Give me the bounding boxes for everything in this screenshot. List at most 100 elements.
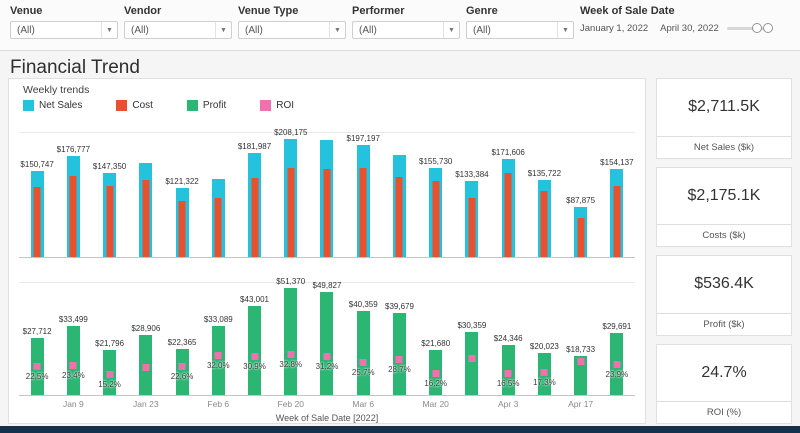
week-column: $197,197 — [345, 134, 381, 257]
net-sales-bar[interactable]: $197,197 — [347, 134, 380, 257]
chevron-down-icon[interactable]: ▼ — [101, 22, 117, 38]
profit-bar[interactable]: $43,001 30.9% — [240, 295, 269, 395]
profit-bar[interactable]: $20,023 17.3% — [530, 342, 559, 395]
roi-mark[interactable] — [323, 353, 331, 360]
legend-item-cost[interactable]: Cost — [116, 100, 153, 111]
cost-bar[interactable] — [251, 178, 259, 257]
profit-value-label: $22,365 — [167, 338, 197, 347]
profit-value-label: $49,827 — [312, 281, 342, 290]
cost-bar[interactable] — [69, 176, 77, 257]
net-sales-bar[interactable]: $176,777 — [57, 145, 90, 257]
cost-bar[interactable] — [395, 177, 403, 257]
profit-roi-panel: $27,712 22.5% $33,499 23.4% $21,796 15.2… — [19, 277, 635, 396]
x-tick-label — [381, 399, 417, 409]
roi-mark[interactable] — [540, 369, 548, 376]
profit-value-label: $39,679 — [384, 302, 414, 311]
roi-value-label: 16.5% — [496, 379, 520, 388]
profit-bar[interactable]: $21,796 15.2% — [95, 339, 124, 395]
net-sales-bar[interactable]: $135,722 — [528, 169, 561, 257]
chevron-down-icon[interactable]: ▼ — [215, 22, 231, 38]
week-column: $49,827 31.2% — [309, 281, 345, 395]
cost-bar[interactable] — [613, 186, 621, 257]
roi-mark[interactable] — [577, 358, 585, 365]
roi-mark[interactable] — [106, 371, 114, 378]
roi-mark[interactable] — [359, 359, 367, 366]
legend-item-roi[interactable]: ROI — [260, 100, 294, 111]
profit-bar[interactable]: $30,359 — [457, 321, 486, 395]
cost-bar[interactable] — [359, 168, 367, 257]
profit-bar[interactable]: $51,370 32.8% — [276, 277, 305, 395]
net-sales-bar[interactable]: $171,606 — [491, 148, 525, 257]
filter-venue-type-select[interactable]: (All) ▼ — [238, 21, 346, 39]
profit-bar[interactable]: $39,679 28.7% — [385, 302, 414, 395]
roi-mark[interactable] — [251, 353, 259, 360]
net-sales-bar[interactable]: $147,350 — [93, 162, 126, 257]
roi-mark[interactable] — [214, 352, 222, 359]
profit-bar[interactable]: $29,691 23.9% — [602, 322, 631, 395]
net-sales-bar[interactable]: $133,384 — [455, 170, 489, 257]
legend-item-net-sales[interactable]: Net Sales — [23, 100, 82, 111]
profit-bar[interactable]: $40,359 25.7% — [349, 300, 378, 395]
net-sales-bar[interactable]: $154,137 — [600, 158, 634, 257]
roi-mark[interactable] — [178, 363, 186, 370]
profit-value-label: $24,346 — [493, 334, 523, 343]
roi-mark[interactable] — [504, 370, 512, 377]
chevron-down-icon[interactable]: ▼ — [443, 22, 459, 38]
net-sales-bar[interactable]: $208,175 — [274, 128, 307, 257]
roi-mark[interactable] — [395, 356, 403, 363]
net-sales-bar[interactable]: $155,730 — [419, 157, 452, 257]
cost-bar[interactable] — [540, 191, 548, 257]
profit-bar[interactable]: $49,827 31.2% — [313, 281, 341, 395]
roi-mark[interactable] — [33, 363, 41, 370]
cost-bar[interactable] — [178, 201, 186, 257]
filter-venue-select[interactable]: (All) ▼ — [10, 21, 118, 39]
week-column: $135,722 — [526, 169, 562, 257]
roi-mark[interactable] — [432, 370, 440, 377]
net-sales-bar[interactable] — [139, 163, 153, 257]
net-sales-bar[interactable]: $121,322 — [165, 177, 199, 257]
roi-mark[interactable] — [69, 362, 77, 369]
date-range-slider[interactable] — [726, 22, 773, 34]
roi-mark[interactable] — [287, 351, 295, 358]
net-sales-bar[interactable] — [211, 179, 225, 257]
cost-bar[interactable] — [33, 187, 41, 257]
profit-bar[interactable]: $22,365 22.6% — [168, 338, 197, 395]
roi-mark[interactable] — [613, 361, 621, 368]
slider-handle-start[interactable] — [751, 23, 762, 33]
filter-performer-select[interactable]: (All) ▼ — [352, 21, 460, 39]
profit-value-label: $33,089 — [203, 315, 233, 324]
cost-bar[interactable] — [504, 173, 512, 257]
profit-bar[interactable]: $33,089 32.0% — [204, 315, 233, 395]
cost-bar[interactable] — [142, 180, 150, 257]
chevron-down-icon[interactable]: ▼ — [329, 22, 345, 38]
cost-bar[interactable] — [468, 198, 476, 257]
profit-bar[interactable]: $21,680 16.2% — [421, 339, 450, 395]
filter-vendor-select[interactable]: (All) ▼ — [124, 21, 232, 39]
cost-bar[interactable] — [106, 186, 114, 257]
roi-mark[interactable] — [468, 355, 476, 362]
legend-item-profit[interactable]: Profit — [186, 100, 226, 111]
profit-bar[interactable]: $27,712 22.5% — [23, 327, 52, 395]
net-sales-bar[interactable]: $87,875 — [566, 196, 595, 257]
net-sales-bar[interactable]: $181,987 — [238, 142, 271, 257]
chevron-down-icon[interactable]: ▼ — [557, 22, 573, 38]
profit-bar[interactable]: $28,906 — [131, 324, 160, 395]
net-sales-bar[interactable] — [320, 140, 334, 257]
net-sales-bar[interactable]: $150,747 — [20, 160, 54, 257]
net-sales-value-label: $155,730 — [419, 157, 453, 166]
cost-bar[interactable] — [323, 169, 331, 257]
roi-mark[interactable] — [142, 364, 150, 371]
roi-value-label: 25.7% — [351, 368, 375, 377]
filter-genre-select[interactable]: (All) ▼ — [466, 21, 574, 39]
cost-bar[interactable] — [432, 181, 440, 257]
kpi-net-sales-value: $2,711.5K — [688, 98, 760, 116]
cost-bar[interactable] — [577, 218, 585, 257]
profit-bar[interactable]: $24,346 16.5% — [494, 334, 523, 395]
profit-bar[interactable]: $33,499 23.4% — [59, 315, 88, 395]
cost-bar[interactable] — [214, 198, 222, 257]
kpi-net-sales: $2,711.5K Net Sales ($k) — [656, 78, 792, 159]
profit-bar[interactable]: $18,733 — [566, 345, 595, 395]
cost-bar[interactable] — [287, 168, 295, 257]
slider-handle-end[interactable] — [762, 23, 773, 33]
net-sales-bar[interactable] — [392, 155, 406, 257]
